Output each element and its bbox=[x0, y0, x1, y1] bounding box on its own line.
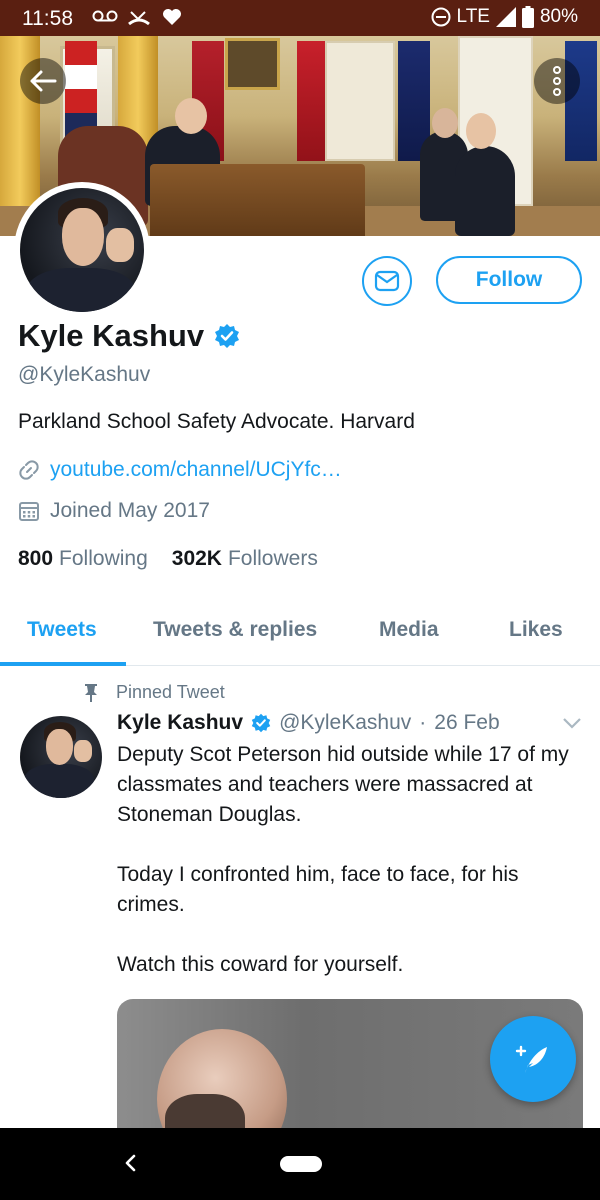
compose-feather-icon bbox=[515, 1045, 547, 1073]
pinned-label: Pinned Tweet bbox=[116, 682, 225, 702]
tweet-date: 26 Feb bbox=[434, 711, 500, 734]
profile-stats: 800 Following 302K Followers bbox=[18, 547, 318, 571]
profile-avatar[interactable] bbox=[14, 182, 150, 318]
profile-link-row[interactable]: youtube.com/channel/UCjYfc… bbox=[18, 458, 342, 482]
more-vertical-icon bbox=[553, 66, 561, 96]
tab-media[interactable]: Media bbox=[379, 618, 439, 642]
tab-likes[interactable]: Likes bbox=[509, 618, 563, 642]
battery-icon bbox=[521, 6, 534, 28]
banner-person-head bbox=[432, 108, 458, 138]
tweet-author-handle: @KyleKashuv bbox=[279, 711, 412, 734]
battery-label: 80% bbox=[539, 6, 578, 27]
banner-flag bbox=[565, 41, 597, 161]
verified-badge-icon bbox=[215, 324, 240, 348]
arrow-left-icon bbox=[30, 70, 57, 92]
pinned-label-row: Pinned Tweet bbox=[84, 682, 225, 703]
pin-icon bbox=[85, 683, 97, 702]
tweet-author-avatar[interactable] bbox=[20, 716, 102, 798]
missed-call-icon bbox=[128, 8, 150, 31]
envelope-icon bbox=[374, 270, 400, 292]
followers-stat[interactable]: 302K Followers bbox=[172, 547, 318, 571]
calendar-icon bbox=[19, 502, 39, 521]
joined-row: Joined May 2017 bbox=[18, 499, 210, 523]
followers-label: Followers bbox=[227, 547, 318, 570]
signal-icon bbox=[495, 7, 516, 27]
display-name: Kyle Kashuv bbox=[18, 318, 205, 353]
profile-tabs: Tweets Tweets & replies Media Likes bbox=[0, 604, 600, 666]
banner-shelf bbox=[325, 41, 395, 161]
follow-button[interactable]: Follow bbox=[436, 256, 582, 304]
profile-name-row: Kyle Kashuv bbox=[18, 318, 240, 354]
more-options-button[interactable] bbox=[534, 58, 580, 104]
tweet-separator: · bbox=[419, 711, 427, 734]
verified-badge-icon bbox=[251, 713, 271, 733]
profile-bio: Parkland School Safety Advocate. Harvard bbox=[18, 410, 415, 433]
tab-tweets-and-replies[interactable]: Tweets & replies bbox=[153, 618, 317, 642]
voicemail-icon bbox=[92, 8, 118, 29]
following-stat[interactable]: 800 Following bbox=[18, 547, 148, 571]
tweet-author-name[interactable]: Kyle Kashuv bbox=[117, 711, 243, 735]
compose-tweet-button[interactable] bbox=[490, 1016, 576, 1102]
following-count: 800 bbox=[18, 547, 54, 570]
avatar-image bbox=[20, 188, 144, 312]
joined-date: Joined May 2017 bbox=[50, 499, 210, 522]
back-button[interactable] bbox=[20, 58, 66, 104]
nav-back-icon[interactable] bbox=[118, 1150, 144, 1176]
message-button[interactable] bbox=[362, 256, 412, 306]
link-icon bbox=[19, 460, 39, 480]
nav-home-pill[interactable] bbox=[280, 1156, 322, 1172]
tweet-header: Kyle Kashuv @KyleKashuv · 26 Feb bbox=[117, 711, 500, 735]
status-bar: 11:58 LTE 80% bbox=[0, 0, 600, 36]
banner-person-head bbox=[466, 113, 496, 149]
banner-portrait bbox=[225, 38, 280, 90]
tweet-text: Deputy Scot Peterson hid outside while 1… bbox=[117, 743, 569, 976]
video-subject-beard bbox=[165, 1094, 245, 1129]
network-label: LTE bbox=[456, 6, 490, 27]
following-label: Following bbox=[59, 547, 148, 570]
tweet-options-button[interactable] bbox=[562, 716, 582, 735]
profile-link[interactable]: youtube.com/channel/UCjYfc… bbox=[50, 458, 342, 482]
active-tab-indicator bbox=[0, 662, 126, 666]
do-not-disturb-icon bbox=[431, 7, 451, 27]
status-right: LTE 80% bbox=[431, 6, 578, 28]
banner-person-head bbox=[175, 98, 207, 134]
profile-handle: @KyleKashuv bbox=[18, 363, 151, 386]
followers-count: 302K bbox=[171, 547, 222, 570]
banner-desk bbox=[150, 164, 365, 236]
tab-tweets[interactable]: Tweets bbox=[27, 618, 97, 642]
heart-icon bbox=[162, 8, 182, 31]
system-navigation-bar bbox=[0, 1128, 600, 1200]
clock: 11:58 bbox=[22, 7, 73, 30]
chevron-down-icon bbox=[563, 718, 581, 729]
banner-person bbox=[455, 146, 515, 236]
avatar-image bbox=[20, 716, 102, 798]
